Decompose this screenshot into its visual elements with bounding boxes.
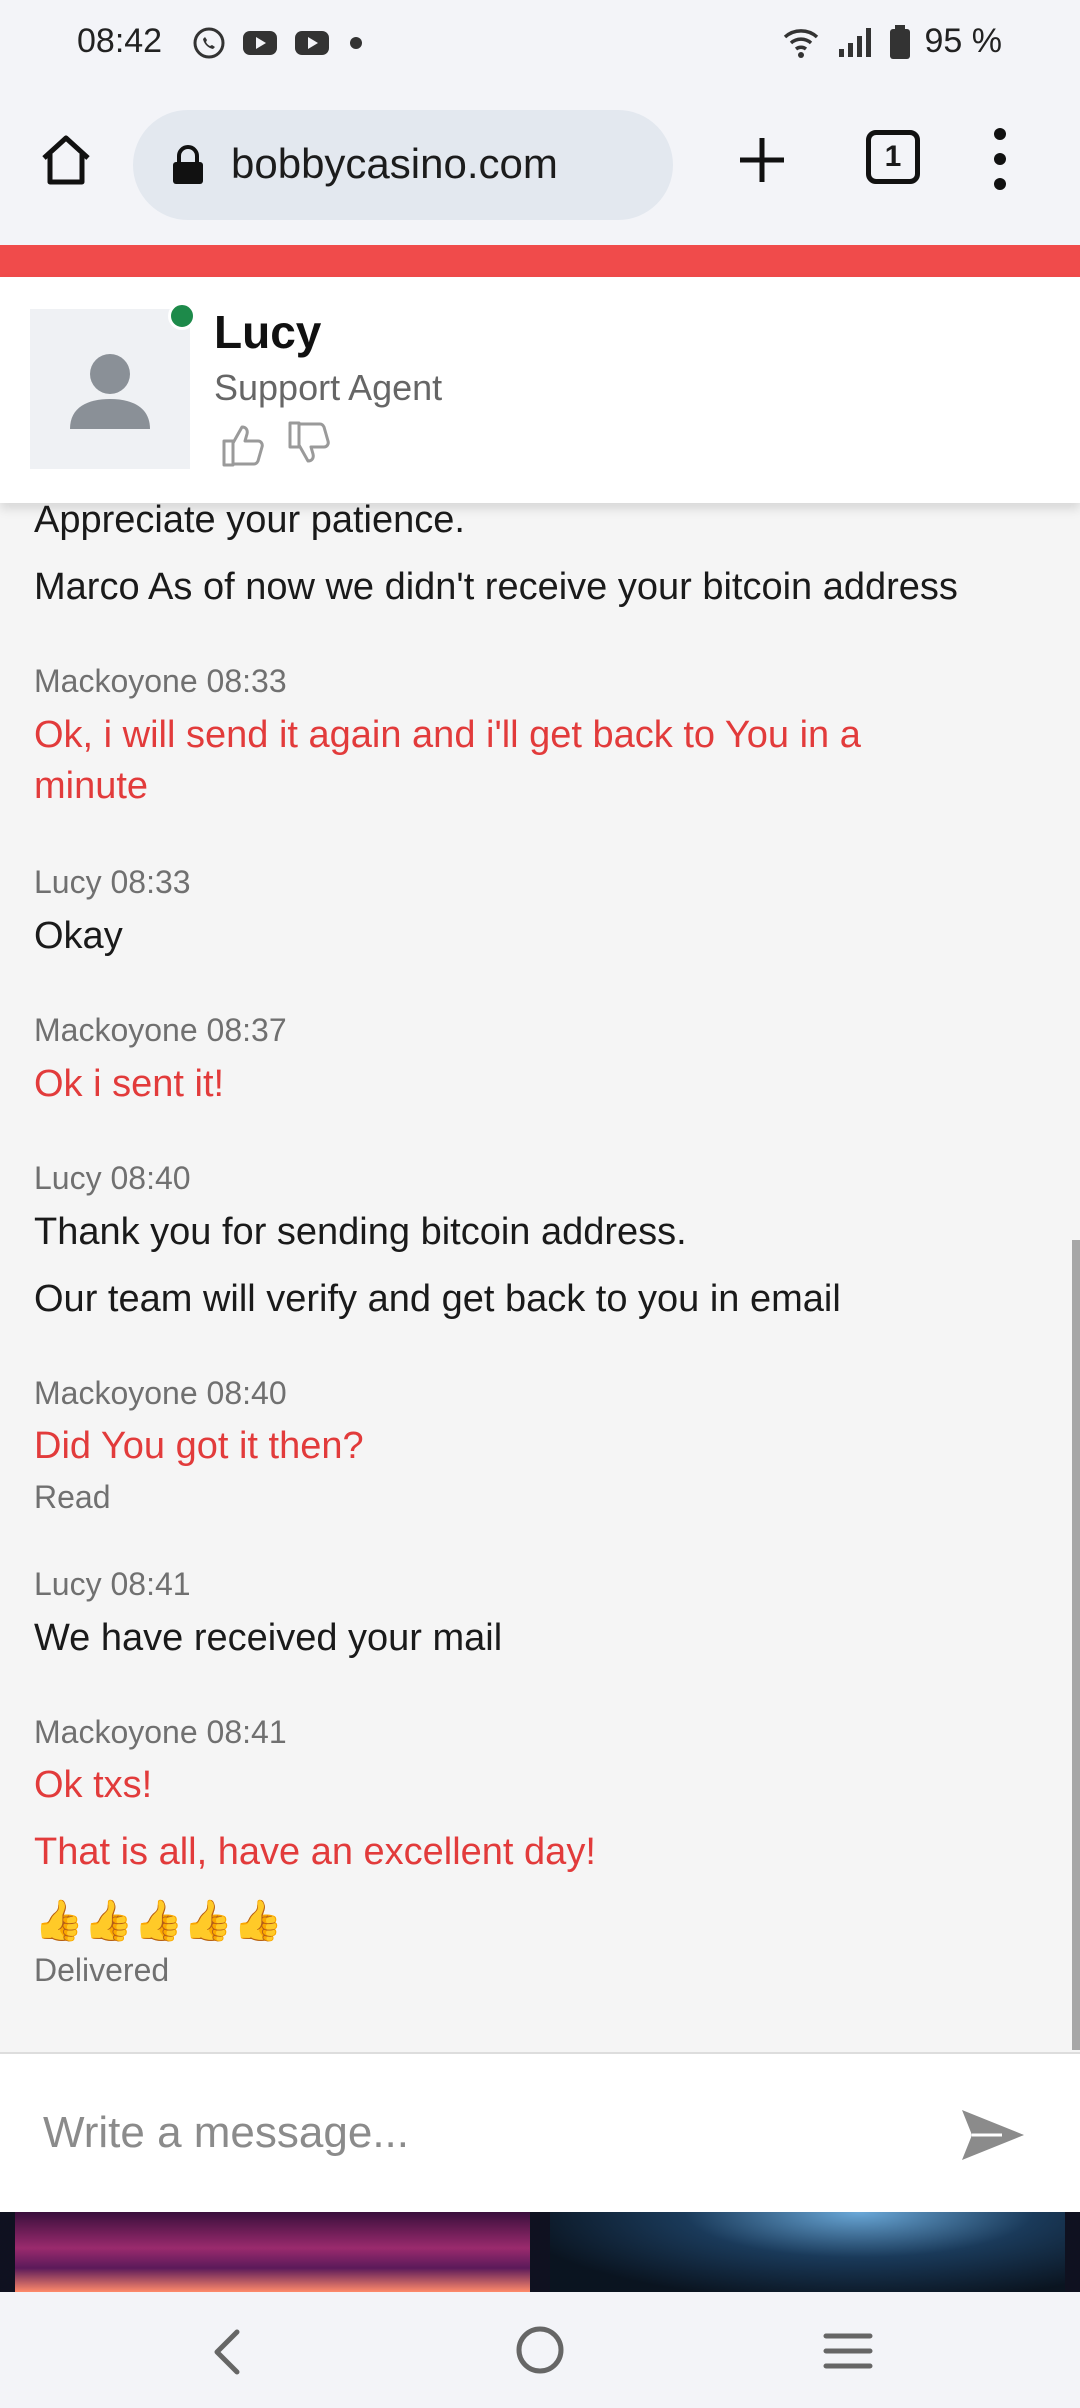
banner-image-left [15, 2212, 530, 2292]
agent-role: Support Agent [214, 367, 443, 408]
youtube-icon [243, 31, 277, 55]
signal-icon [838, 27, 871, 57]
system-navigation-bar [0, 2292, 1080, 2408]
whatsapp-icon [193, 27, 225, 59]
back-icon[interactable] [205, 2324, 255, 2380]
clock: 08:42 [77, 22, 163, 60]
user-silhouette-icon [70, 354, 150, 429]
youtube-icon [295, 31, 329, 55]
send-icon[interactable] [958, 2104, 1028, 2166]
promo-banner[interactable] [0, 2212, 1080, 2292]
recent-apps-icon[interactable] [822, 2328, 874, 2374]
battery-icon [889, 24, 910, 59]
message-composer[interactable]: Write a message... [0, 2052, 1080, 2214]
message-input[interactable]: Write a message... [43, 2108, 409, 2158]
agent-name: Lucy [214, 306, 322, 358]
more-menu-icon[interactable] [985, 124, 1015, 194]
banner-image-right [550, 2212, 1065, 2292]
new-tab-icon[interactable] [732, 130, 792, 190]
home-icon[interactable] [36, 130, 96, 190]
browser-toolbar: bobbycasino.com 1 [0, 90, 1080, 245]
chat-transcript[interactable]: Appreciate your patience. [0, 503, 1080, 2053]
url-text[interactable]: bobbycasino.com [231, 140, 558, 188]
dot-icon [350, 37, 362, 49]
lock-icon [173, 145, 203, 184]
agent-header: Lucy Support Agent [0, 277, 1080, 503]
address-bar[interactable]: bobbycasino.com [133, 110, 673, 220]
status-bar: 08:42 95 % [0, 0, 1080, 90]
site-header-band [0, 245, 1080, 277]
avatar [30, 309, 190, 469]
thumbs-down-icon[interactable] [284, 419, 334, 469]
battery-percent: 95 % [924, 22, 1003, 60]
notification-icons [192, 26, 366, 60]
home-circle-icon[interactable] [514, 2324, 566, 2376]
thumbs-up-icon[interactable] [218, 419, 268, 469]
tab-switcher-button[interactable]: 1 [866, 130, 920, 184]
wifi-icon [783, 28, 818, 58]
online-status-dot [168, 302, 196, 330]
